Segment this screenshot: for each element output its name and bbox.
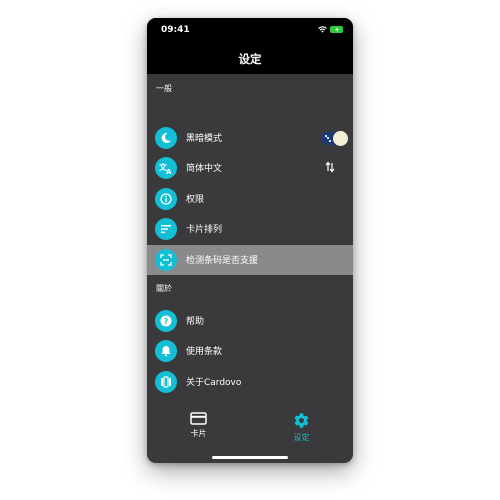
sort-icon [155,218,177,240]
page-title: 设定 [238,52,262,66]
tab-settings[interactable]: 设定 [250,412,353,443]
settings-row-card-order[interactable]: 卡片排列 [147,214,353,244]
section-header-general: 一般 [156,84,172,93]
svg-text:?: ? [164,317,169,326]
card-icon [190,412,207,425]
translate-icon: 文 A [155,157,177,179]
home-indicator [212,456,288,459]
dark-mode-toggle[interactable] [321,131,348,146]
toggle-knob [333,131,348,146]
top-bar: 09:41 设定 [147,18,353,74]
settings-row-label: 简体中文 [186,164,223,174]
app-icon [155,371,177,393]
help-icon: ? [155,310,177,332]
status-icons [318,26,343,33]
swap-vertical-icon[interactable] [325,161,335,173]
tab-bar: 卡片 设定 [147,412,353,452]
svg-text:A: A [166,168,172,174]
settings-row-barcode-check[interactable]: 检测条码是否支援 [147,245,353,275]
settings-row-label: 权限 [186,195,205,205]
settings-row-permissions[interactable]: 权限 [147,184,353,214]
wifi-icon [318,26,327,33]
settings-row-dark-mode[interactable]: 黑暗模式 [147,123,353,153]
barcode-scan-icon [155,249,177,271]
settings-row-label: 卡片排列 [186,225,223,235]
status-time: 09:41 [161,25,190,35]
battery-icon [330,26,343,33]
settings-row-label: 检测条码是否支援 [186,256,259,266]
settings-row-label: 帮助 [186,317,205,327]
tab-label: 卡片 [190,429,207,438]
moon-icon [155,127,177,149]
gear-icon [294,413,309,428]
tab-cards[interactable]: 卡片 [147,412,250,439]
settings-row-label: 使用条款 [186,347,223,357]
settings-row-label: 黑暗模式 [186,134,223,144]
bell-icon [155,340,177,362]
settings-row-label: 关于Cardovo [186,378,242,388]
tab-label: 设定 [293,433,310,442]
settings-row-help[interactable]: ? 帮助 [147,306,353,336]
settings-row-terms[interactable]: 使用条款 [147,336,353,366]
section-header-about: 關於 [156,284,172,293]
info-icon [155,188,177,210]
settings-row-language[interactable]: 文 A 简体中文 [147,153,353,183]
phone-screen: 09:41 设定 一般 黑暗模式 文 A 简体中文 权限 卡片排列 检测条码是否… [147,18,353,463]
settings-row-about-app[interactable]: 关于Cardovo [147,367,353,397]
